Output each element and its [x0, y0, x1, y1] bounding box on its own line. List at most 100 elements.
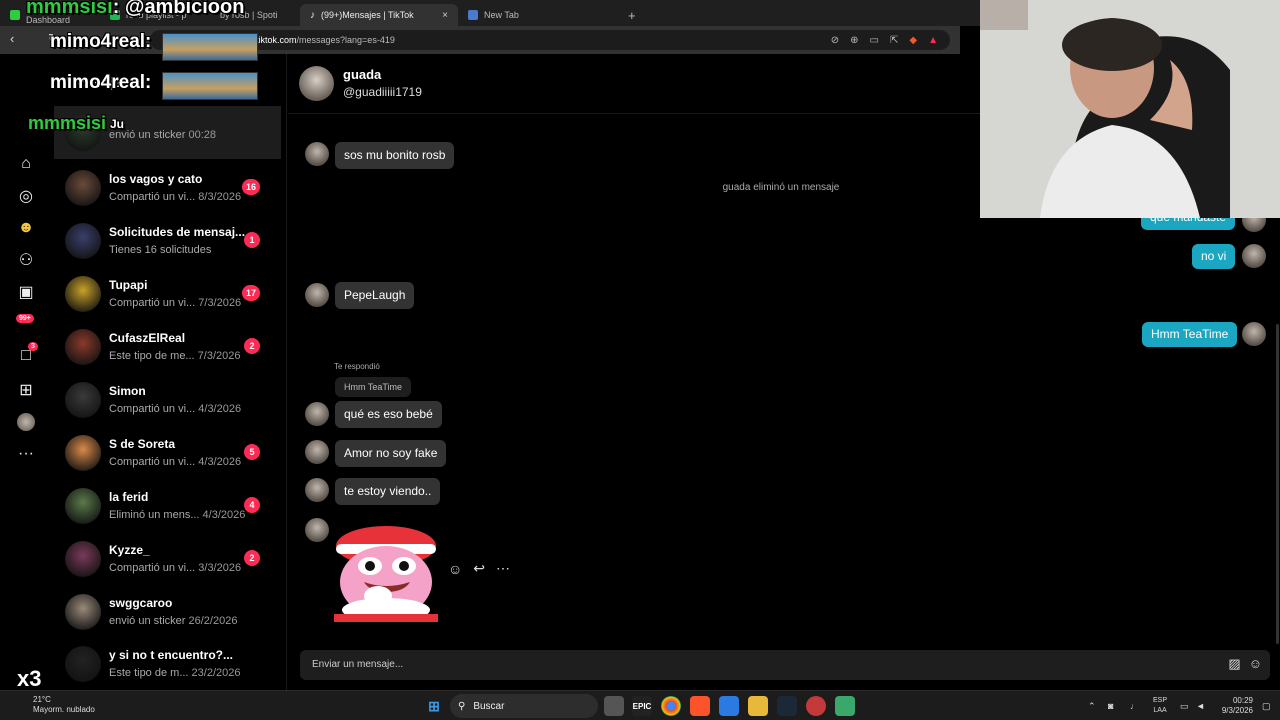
tiktok-left-rail: ⌂ ◎ ☻ ⚇ ▣ 99+ □ 3 ⊞ ···	[0, 54, 54, 690]
preview-time: 4/3/2026	[198, 403, 242, 415]
notifications-icon[interactable]: ▢	[1262, 691, 1271, 720]
overlay-partial-text: Ju	[110, 117, 125, 131]
overlay-counter: x3	[17, 666, 42, 691]
conversation-avatar	[65, 328, 101, 365]
message-avatar	[305, 518, 329, 542]
reply-quote[interactable]: Hmm TeaTime	[335, 377, 412, 397]
conversation-item[interactable]: CufaszElReal Este tipo de me... 7/3/2026 2	[54, 320, 281, 373]
conversation-preview: envió un sticker 26/2/2026	[109, 615, 281, 627]
conversation-item[interactable]: swggcaroo envió un sticker 26/2/2026	[54, 585, 281, 638]
conversation-item[interactable]: Tupapi Compartió un vi... 7/3/2026 17	[54, 267, 281, 320]
profile-avatar-icon[interactable]: ☻	[14, 216, 38, 240]
unread-badge: 2	[244, 550, 260, 566]
preview-time: 26/2/2026	[188, 615, 238, 627]
preview-time: 23/2/2026	[191, 667, 241, 679]
file-explorer-icon[interactable]	[748, 696, 768, 716]
clock-time: 00:29	[1232, 696, 1253, 705]
task-view-icon[interactable]	[604, 696, 624, 716]
app-icon-2[interactable]	[835, 696, 855, 716]
more-icon[interactable]: ···	[14, 442, 38, 466]
chat-scrollbar[interactable]	[1276, 324, 1279, 644]
overlay-user-line-3: mmmsisi	[28, 113, 107, 133]
tab-tiktok-messages[interactable]: ♪ (99+)Mensajes | TikTok ×	[300, 4, 458, 26]
store-icon[interactable]	[719, 696, 739, 716]
share-icon[interactable]: ⇱	[890, 35, 898, 46]
explore-icon[interactable]: ◎	[14, 184, 38, 208]
unread-badge: 2	[244, 338, 260, 354]
preview-text: Compartió un vi...	[109, 191, 196, 203]
tab-label: New Tab	[484, 10, 519, 20]
emoji-icon[interactable]: ☺	[1249, 656, 1262, 672]
react-emoji-icon[interactable]: ☺	[448, 561, 462, 577]
lang-bottom: LAA	[1153, 707, 1167, 714]
live-icon[interactable]: ▣	[14, 280, 38, 304]
taskbar-search[interactable]: ⚲ Buscar	[450, 694, 598, 718]
conversation-item[interactable]: Simon Compartió un vi... 4/3/2026	[54, 373, 281, 426]
weather-desc[interactable]: Mayorm. nublado	[33, 705, 95, 714]
contact-handle[interactable]: @guadiiiii1719	[343, 85, 422, 99]
conversation-avatar	[65, 593, 101, 630]
message-bubble: Amor no soy fake	[335, 440, 447, 467]
preview-time: 3/3/2026	[198, 562, 242, 574]
conversation-item[interactable]: y si no t encuentro?... Este tipo de m...…	[54, 637, 281, 690]
message-bubble: PepeLaugh	[335, 282, 415, 309]
new-tab-button[interactable]: +	[618, 4, 646, 26]
tab-new-tab[interactable]: New Tab	[458, 4, 618, 26]
start-icon[interactable]: ⊞	[424, 696, 444, 716]
conversation-item[interactable]: los vagos y cato Compartió un vi... 8/3/2…	[54, 161, 281, 214]
contact-name[interactable]: guada	[343, 67, 381, 82]
epic-games-icon[interactable]: EPIC	[632, 696, 652, 716]
conversation-preview: Compartió un vi... 4/3/2026	[109, 403, 281, 415]
conversation-item[interactable]: S de Soreta Compartió un vi... 4/3/2026 5	[54, 426, 281, 479]
brave-shield-icon[interactable]: ◆	[909, 35, 917, 46]
reply-icon[interactable]: ↩	[473, 560, 485, 577]
brave-rewards-icon[interactable]: ▲	[928, 35, 938, 46]
mic-tray-icon[interactable]: ♩	[1130, 691, 1139, 720]
conversation-item[interactable]: Kyzze_ Compartió un vi... 3/3/2026 2	[54, 532, 281, 585]
conversation-avatar	[65, 222, 101, 259]
conversation-avatar	[65, 169, 101, 206]
clock-date: 9/3/2026	[1221, 706, 1253, 715]
conversation-name: y si no t encuentro?...	[109, 648, 234, 662]
tray-chevron-icon[interactable]: ⌃	[1088, 691, 1096, 720]
zoom-icon[interactable]: ⊕	[850, 35, 858, 46]
profile-icon[interactable]	[14, 410, 38, 434]
conversation-item[interactable]: Solicitudes de mensaj... Tienes 16 solici…	[54, 214, 281, 267]
weather-temp[interactable]: 21°C	[33, 695, 51, 704]
image-upload-icon[interactable]: ▨	[1228, 656, 1240, 672]
preview-time: 4/3/2026	[202, 509, 246, 521]
preview-time: 00:28	[188, 129, 217, 141]
conversation-item[interactable]: la ferid Eliminó un mens... 4/3/2026 4	[54, 479, 281, 532]
language-indicator[interactable]: ESP LAA	[1153, 696, 1167, 716]
upload-icon[interactable]: ⊞	[14, 378, 38, 402]
messages-icon[interactable]: □ 3	[14, 342, 38, 368]
message-avatar	[305, 283, 329, 307]
profile-avatar	[17, 413, 35, 431]
back-icon[interactable]: ‹	[10, 31, 14, 46]
app-icon[interactable]	[806, 696, 826, 716]
discord-tray-icon[interactable]: ◙	[1108, 691, 1113, 720]
tiktok-favicon-icon: ♪	[310, 9, 315, 21]
following-icon[interactable]: ⚇	[14, 248, 38, 272]
activity-icon[interactable]: 99+	[14, 312, 38, 336]
webcam-overlay	[980, 0, 1280, 218]
more-options-icon[interactable]: ⋯	[496, 560, 510, 577]
conversation-name: swggcaroo	[109, 596, 173, 610]
message-bubble: sos mu bonito rosb	[335, 142, 455, 169]
conversation-avatar	[65, 540, 101, 577]
clock[interactable]: 00:29 9/3/2026	[1199, 696, 1253, 716]
steam-icon[interactable]	[777, 696, 797, 716]
no-tracking-icon[interactable]: ⊘	[831, 35, 839, 46]
chrome-icon[interactable]	[661, 696, 681, 716]
brave-icon[interactable]	[690, 696, 710, 716]
search-label: Buscar	[473, 700, 505, 712]
tab-close-icon[interactable]: ×	[442, 10, 448, 21]
url-field[interactable]: tiktok.com/messages?lang=es-419 ⊘ ⊕ ▭ ⇱ …	[150, 30, 950, 50]
home-icon[interactable]: ⌂	[14, 152, 38, 176]
network-icon[interactable]: ▭	[1180, 691, 1189, 720]
message-composer[interactable]: Enviar un mensaje... ▨ ☺	[300, 650, 1270, 680]
overlay-chat-line: mmmsisi: @ambicioon	[26, 0, 244, 19]
tab-favicon-icon	[10, 10, 20, 20]
contact-avatar[interactable]	[299, 66, 334, 101]
screen-icon[interactable]: ▭	[870, 35, 879, 46]
